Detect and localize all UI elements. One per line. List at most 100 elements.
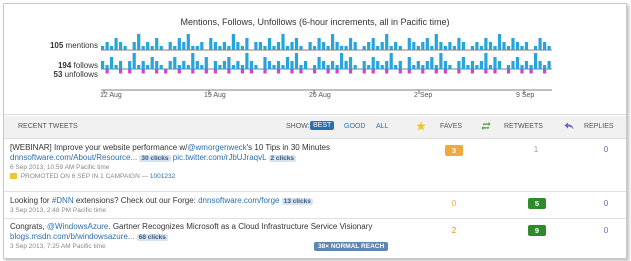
mentions-bar <box>389 46 393 50</box>
mentions-bar <box>331 34 335 50</box>
tweet-timestamp: 3 Sep 2013, 7:25 AM Pacific time <box>10 243 106 250</box>
follows-bar <box>303 61 308 69</box>
filter-all-link[interactable]: ALL <box>376 123 388 130</box>
follows-bar <box>191 53 195 69</box>
mentions-bar <box>380 42 384 50</box>
mentions-bar <box>132 42 136 50</box>
tweet-link[interactable]: pic.twitter.com/rJbUJraqvL <box>173 153 267 162</box>
follows-bar <box>331 61 335 69</box>
tweet-link[interactable]: dnnsoftware.com/About/Resource... <box>10 153 137 162</box>
campaign-link[interactable]: 1001232 <box>150 173 175 180</box>
unfollows-bar <box>326 69 330 74</box>
promoted-info: PROMOTED ON 6 SEP IN 1 CAMPAIGN — 100123… <box>10 173 175 180</box>
analytics-panel: Mentions, Follows, Unfollows (6-hour inc… <box>3 3 627 259</box>
unfollows-bar <box>335 69 339 74</box>
unfollows-bar <box>470 69 474 74</box>
mention-link[interactable]: @WindowsAzure <box>47 222 108 231</box>
retweets-count: 1 <box>533 145 539 154</box>
follows-bar <box>290 61 294 69</box>
follows-bar <box>317 57 321 69</box>
follows-bar <box>439 53 443 69</box>
follows-bar <box>326 65 330 69</box>
x-tick-label: 9 Sep <box>516 92 535 99</box>
mentions-bar <box>263 46 267 50</box>
follows-bar <box>371 57 375 69</box>
follows-bar <box>168 61 172 69</box>
mentions-bar <box>218 46 222 50</box>
mention-link[interactable]: @wmorgenweck <box>187 143 246 152</box>
follows-bar <box>186 65 190 69</box>
mentions-bar <box>200 42 204 50</box>
mentions-bar <box>394 42 398 50</box>
tweet-row: [WEBINAR] Improve your website performan… <box>4 139 626 192</box>
follows-bar <box>407 57 411 69</box>
filter-best-link[interactable]: BEST <box>310 121 335 130</box>
mentions-bar <box>543 42 547 50</box>
x-tick-label: 26 Aug <box>309 92 331 99</box>
mentions-bar <box>457 38 461 50</box>
follows-bar <box>222 61 226 69</box>
follows-bar <box>137 65 141 69</box>
follows-bar <box>430 57 434 69</box>
activity-chart: Mentions, Follows, Unfollows (6-hour inc… <box>4 4 626 115</box>
retweets-badge: 5 <box>528 198 546 209</box>
mentions-bar <box>159 46 163 50</box>
mentions-bar <box>281 34 285 50</box>
follows-bar <box>245 53 249 69</box>
unfollows-bar <box>240 69 244 74</box>
follows-bar <box>276 61 281 69</box>
follows-bar <box>448 65 452 69</box>
unfollows-bar <box>443 69 447 74</box>
follows-bar <box>520 65 524 69</box>
mentions-bar <box>484 38 488 50</box>
follows-bar <box>146 65 150 69</box>
follows-bar <box>534 53 538 69</box>
promoted-icon <box>10 173 17 180</box>
follows-bar <box>114 65 118 69</box>
x-tick-label: 12 Aug <box>100 92 122 99</box>
follows-bar <box>421 65 425 69</box>
hashtag-link[interactable]: #DNN <box>52 196 74 205</box>
follows-bar <box>141 61 145 69</box>
tweet-link[interactable]: blogs.msdn.com/b/windowsazure... <box>10 232 135 241</box>
mentions-bar <box>439 42 443 50</box>
mentions-bar <box>470 46 474 50</box>
unfollows-bar <box>119 69 123 74</box>
follows-bar <box>267 61 272 69</box>
faves-heading: FAVES <box>440 123 463 130</box>
follows-bar <box>425 61 429 69</box>
follows-bar <box>285 57 290 69</box>
mentions-bar <box>335 42 339 50</box>
filter-good-link[interactable]: GOOD <box>344 123 365 130</box>
follows-bar <box>294 53 299 69</box>
follows-bar <box>105 65 109 69</box>
mentions-bar <box>110 46 114 50</box>
unfollows-bar <box>385 69 389 74</box>
follows-bar <box>457 61 461 69</box>
follows-bar <box>362 61 366 69</box>
follows-bar <box>511 61 515 69</box>
mentions-bar <box>141 46 145 50</box>
mentions-bar <box>231 34 235 50</box>
follows-bar <box>204 57 208 69</box>
mentions-bar <box>240 46 244 50</box>
clicks-badge: 2 clicks <box>268 155 297 162</box>
mentions-bar <box>317 38 321 50</box>
tweet-text-part: . Gartner Recognizes Microsoft as a Clou… <box>108 222 373 231</box>
mentions-bar <box>353 42 357 50</box>
mentions-bar <box>236 42 240 50</box>
unfollows-bar <box>520 69 524 74</box>
tweet-link[interactable]: dnnsoftware.com/forge <box>198 196 279 205</box>
mentions-bar <box>448 42 452 50</box>
mentions-bar <box>168 42 172 50</box>
mentions-bar <box>534 46 538 50</box>
follows-bar <box>398 61 402 69</box>
tweet-row: Congrats, @WindowsAzure. Gartner Recogni… <box>4 219 626 258</box>
reply-icon <box>564 121 574 133</box>
mentions-bar <box>191 46 195 50</box>
unfollows-bar <box>543 69 547 74</box>
mentions-bar <box>416 46 420 50</box>
mentions-bar <box>511 38 515 50</box>
follows-bar <box>461 57 465 69</box>
mentions-bar <box>114 38 118 50</box>
